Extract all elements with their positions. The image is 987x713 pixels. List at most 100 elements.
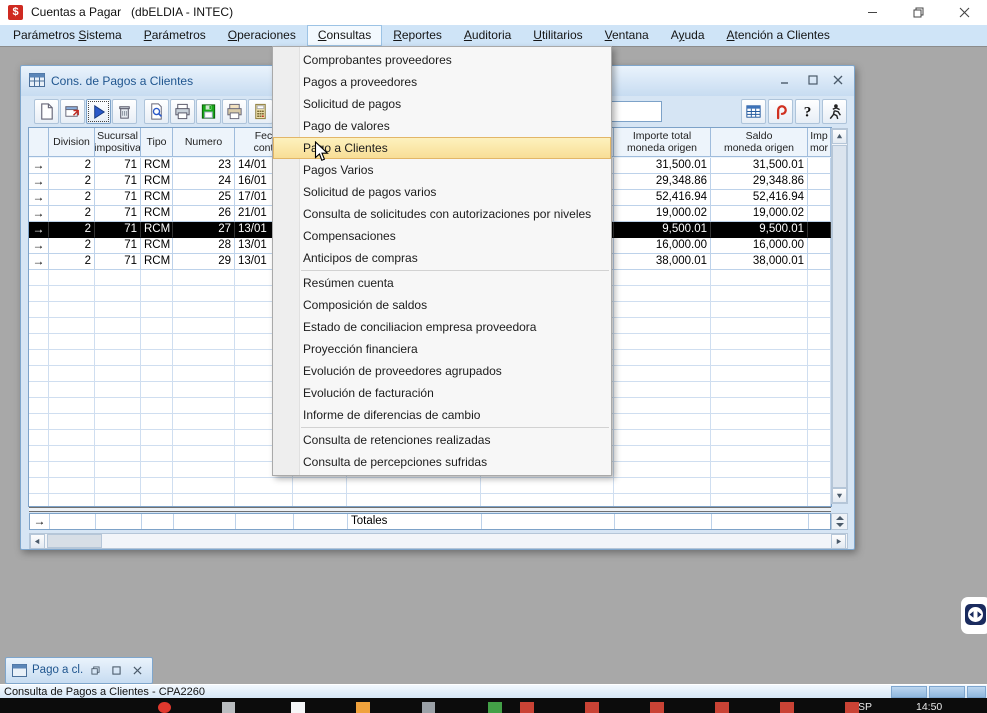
table-cell[interactable]: 28 xyxy=(173,238,235,254)
child-minimize-button[interactable] xyxy=(774,72,796,88)
new-document-button[interactable] xyxy=(34,99,59,124)
table-cell[interactable]: 19,000.02 xyxy=(711,206,808,222)
taskbar-icon[interactable] xyxy=(585,702,599,713)
remote-control-panel-grip[interactable] xyxy=(957,597,987,634)
table-cell[interactable]: 26 xyxy=(173,206,235,222)
menu-item-pagos-a-proveedores[interactable]: Pagos a proveedores xyxy=(273,71,611,93)
totals-spinner[interactable] xyxy=(831,513,848,530)
column-header-numero[interactable]: Numero xyxy=(173,128,235,157)
menubar-item-atencion-a-clientes[interactable]: Atención a Clientes xyxy=(716,25,841,46)
table-cell[interactable]: 71 xyxy=(95,222,141,238)
table-cell[interactable]: 71 xyxy=(95,174,141,190)
table-cell[interactable]: 52,416.94 xyxy=(614,190,711,206)
record-pointer-cell[interactable]: → xyxy=(29,190,49,206)
table-cell[interactable]: 16,000.00 xyxy=(711,238,808,254)
menubar-item-operaciones[interactable]: Operaciones xyxy=(217,25,307,46)
scroll-down-button[interactable] xyxy=(832,488,847,503)
menu-item-proyeccion-financiera[interactable]: Proyección financiera xyxy=(273,338,611,360)
filter-rho-button[interactable] xyxy=(768,99,793,124)
menubar-item-parametros-sistema[interactable]: Parámetros Sistema xyxy=(2,25,133,46)
menu-item-consulta-de-solicitudes-con-autorizaciones-por-niveles[interactable]: Consulta de solicitudes con autorizacion… xyxy=(273,203,611,225)
menu-item-solicitud-de-pagos[interactable]: Solicitud de pagos xyxy=(273,93,611,115)
record-pointer-cell[interactable]: → xyxy=(29,254,49,270)
table-cell[interactable] xyxy=(808,238,831,254)
column-header-importe-total-moneda-origen[interactable]: Importe totalmoneda origen xyxy=(614,128,711,157)
scroll-left-button[interactable] xyxy=(30,534,45,549)
help-button[interactable]: ? xyxy=(795,99,820,124)
vertical-scroll-thumb[interactable] xyxy=(832,145,847,488)
column-header-sucursal-impositiva[interactable]: Sucursalimpositiva xyxy=(95,128,141,157)
record-pointer-cell[interactable]: → xyxy=(29,222,49,238)
table-cell[interactable]: 23 xyxy=(173,158,235,174)
table-cell[interactable]: 71 xyxy=(95,206,141,222)
menu-item-composicion-de-saldos[interactable]: Composición de saldos xyxy=(273,294,611,316)
table-cell[interactable]: 9,500.01 xyxy=(614,222,711,238)
menu-item-informe-de-diferencias-de-cambio[interactable]: Informe de diferencias de cambio xyxy=(273,404,611,426)
table-cell[interactable]: RCM xyxy=(141,254,173,270)
table-cell[interactable]: RCM xyxy=(141,238,173,254)
menubar-item-utilitarios[interactable]: Utilitarios xyxy=(522,25,593,46)
table-cell[interactable]: RCM xyxy=(141,190,173,206)
record-pointer-cell[interactable]: → xyxy=(29,174,49,190)
edit-properties-button[interactable] xyxy=(60,99,85,124)
calculator-button[interactable] xyxy=(248,99,273,124)
column-header-indicator[interactable] xyxy=(29,128,49,157)
scroll-right-button[interactable] xyxy=(831,534,846,549)
exit-running-man-button[interactable] xyxy=(822,99,847,124)
table-cell[interactable]: 19,000.02 xyxy=(614,206,711,222)
taskbar-icon[interactable] xyxy=(488,702,502,713)
table-cell[interactable]: 29,348.86 xyxy=(614,174,711,190)
table-cell[interactable]: 71 xyxy=(95,238,141,254)
minimized-window-pago[interactable]: Pago a cl... xyxy=(5,657,153,684)
menubar-item-ayuda[interactable]: Ayuda xyxy=(660,25,716,46)
menu-item-comprobantes-proveedores[interactable]: Comprobantes proveedores xyxy=(273,49,611,71)
table-cell[interactable]: 52,416.94 xyxy=(711,190,808,206)
table-cell[interactable] xyxy=(808,254,831,270)
table-cell[interactable]: 29,348.86 xyxy=(711,174,808,190)
table-cell[interactable]: 2 xyxy=(49,190,95,206)
taskbar-icon[interactable] xyxy=(845,702,859,713)
preview-button[interactable] xyxy=(144,99,169,124)
taskbar-icon[interactable] xyxy=(715,702,729,713)
table-cell[interactable]: 2 xyxy=(49,158,95,174)
table-cell[interactable]: 27 xyxy=(173,222,235,238)
column-header-tipo[interactable]: Tipo xyxy=(141,128,173,157)
column-header-division[interactable]: Division xyxy=(49,128,95,157)
table-cell[interactable] xyxy=(808,190,831,206)
restore-button[interactable] xyxy=(895,0,941,25)
horizontal-scroll-thumb[interactable] xyxy=(47,534,102,548)
horizontal-scrollbar[interactable] xyxy=(29,533,848,549)
taskbar-icon[interactable] xyxy=(520,702,534,713)
taskbar-icon[interactable] xyxy=(222,702,235,713)
table-cell[interactable]: 2 xyxy=(49,174,95,190)
table-cell[interactable] xyxy=(808,206,831,222)
child-close-button[interactable] xyxy=(827,72,849,88)
menubar-item-consultas[interactable]: Consultas xyxy=(307,25,382,46)
run-button[interactable] xyxy=(86,99,111,124)
table-cell[interactable]: 71 xyxy=(95,190,141,206)
mini-close-button[interactable] xyxy=(130,663,145,677)
table-cell[interactable]: RCM xyxy=(141,174,173,190)
table-cell[interactable]: 2 xyxy=(49,222,95,238)
taskbar-icon[interactable] xyxy=(650,702,664,713)
save-button[interactable] xyxy=(196,99,221,124)
menu-item-anticipos-de-compras[interactable]: Anticipos de compras xyxy=(273,247,611,269)
menubar-item-ventana[interactable]: Ventana xyxy=(594,25,660,46)
table-cell[interactable]: RCM xyxy=(141,222,173,238)
minimize-button[interactable] xyxy=(849,0,895,25)
mini-maximize-button[interactable] xyxy=(109,663,124,677)
print-button[interactable] xyxy=(170,99,195,124)
taskbar-clock[interactable]: 14:50 xyxy=(916,701,942,713)
table-cell[interactable]: 31,500.01 xyxy=(614,158,711,174)
scroll-up-button[interactable] xyxy=(832,129,847,144)
table-cell[interactable]: 29 xyxy=(173,254,235,270)
table-cell[interactable]: RCM xyxy=(141,206,173,222)
menu-item-evolucion-de-proveedores-agrupados[interactable]: Evolución de proveedores agrupados xyxy=(273,360,611,382)
table-cell[interactable]: 38,000.01 xyxy=(614,254,711,270)
table-cell[interactable] xyxy=(808,222,831,238)
menu-item-pago-a-clientes[interactable]: Pago a Clientes xyxy=(273,137,611,159)
table-view-button[interactable] xyxy=(741,99,766,124)
mini-restore-button[interactable] xyxy=(88,663,103,677)
menu-item-evolucion-de-facturacion[interactable]: Evolución de facturación xyxy=(273,382,611,404)
table-cell[interactable]: 71 xyxy=(95,254,141,270)
